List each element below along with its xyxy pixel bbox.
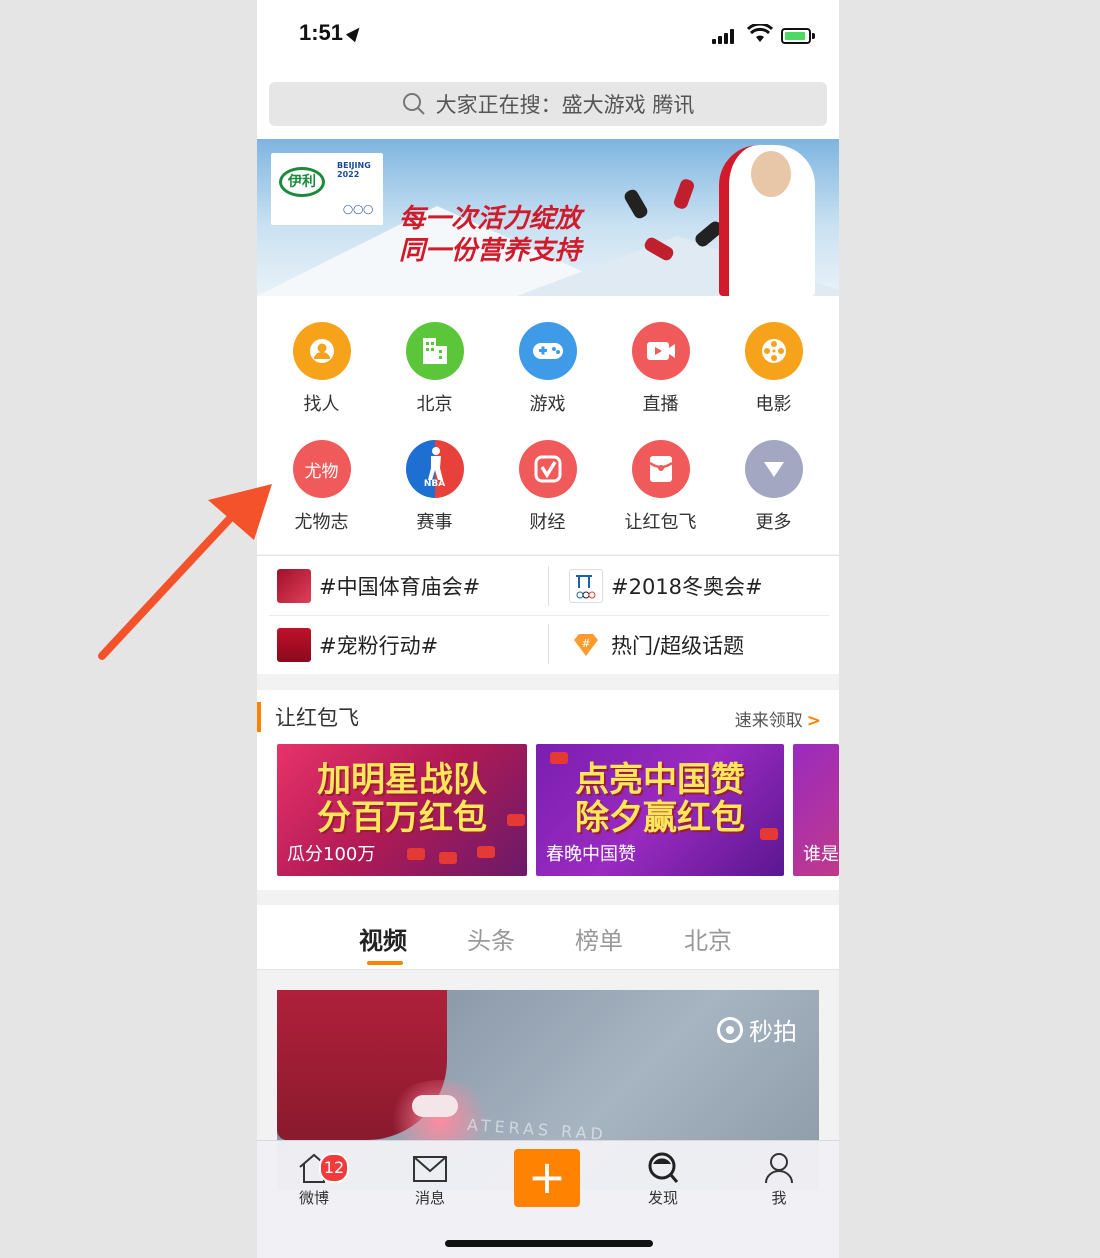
tab-beijing[interactable]: 北京: [684, 921, 732, 956]
skater-figure: [672, 177, 696, 211]
red-packet-card[interactable]: 加明星战队 分百万红包 瓜分100万: [277, 744, 527, 876]
plus-icon: +: [527, 1150, 567, 1204]
nav-weibo[interactable]: 微博 12: [269, 1151, 359, 1208]
grid-item-finance[interactable]: 财经: [491, 440, 604, 534]
unread-badge: 12: [319, 1153, 349, 1183]
red-packet-icon: [631, 440, 690, 498]
discover-search-icon: [648, 1152, 679, 1183]
feed-tabs: 视频 头条 榜单 北京: [257, 905, 839, 970]
nba-logo-icon: NBA: [405, 440, 464, 498]
nav-messages[interactable]: 消息: [385, 1151, 475, 1208]
battery-icon: [781, 28, 815, 44]
topic-item[interactable]: # 热门/超级话题: [569, 616, 744, 674]
grid-label: 赛事: [416, 512, 453, 533]
athlete-face: [751, 151, 791, 197]
grid-item-live[interactable]: 直播: [604, 322, 717, 416]
card-caption: 谁是: [803, 844, 839, 865]
carousel-dot: [757, 279, 764, 286]
grid-item-more[interactable]: 更多: [717, 440, 830, 534]
tab-video[interactable]: 视频: [359, 921, 407, 956]
grid-item-sports[interactable]: NBA 赛事: [378, 440, 491, 534]
grid-item-red-packet[interactable]: 让红包飞: [604, 440, 717, 534]
svg-text:#: #: [581, 637, 590, 650]
home-indicator: [445, 1240, 653, 1247]
topic-item[interactable]: #宠粉行动#: [277, 616, 438, 674]
promo-banner[interactable]: 伊利 BEIJING 2022 ◯◯◯ 每一次活力绽放 同一份营养支持: [257, 139, 839, 296]
grid-item-games[interactable]: 游戏: [491, 322, 604, 416]
grid-label: 电影: [755, 394, 792, 415]
super-topic-icon: #: [574, 634, 598, 656]
chevron-right-icon: >: [806, 711, 821, 731]
red-packet-card[interactable]: 谁是: [793, 744, 839, 876]
youwu-logo-icon: 尤物: [292, 440, 351, 498]
grid-label: 更多: [755, 512, 792, 533]
search-placeholder: 大家正在搜：盛大游戏 腾讯: [435, 93, 695, 117]
film-reel-icon: [744, 322, 803, 380]
section-accent-bar: [257, 702, 261, 732]
sponsor-logo: 伊利 BEIJING 2022 ◯◯◯: [271, 153, 383, 225]
section-more-link[interactable]: 速来领取 >: [735, 706, 821, 731]
olympic-rings-icon: ◯◯◯: [343, 205, 374, 215]
gamepad-icon: [518, 322, 577, 380]
card-caption: 春晚中国赞: [546, 844, 636, 865]
video-camera-icon: [631, 322, 690, 380]
grid-label: 游戏: [529, 394, 566, 415]
miaopai-watermark: 秒拍: [717, 1012, 797, 1047]
search-icon: [402, 93, 425, 115]
finance-check-icon: [518, 440, 577, 498]
hot-topics: #中国体育庙会# #2018冬奥会# #宠粉行动# # 热门/超级话题: [257, 555, 839, 674]
section-title: 让红包飞: [275, 706, 359, 730]
topic-thumbnail: [277, 628, 311, 662]
status-bar: 1:51: [257, 0, 839, 72]
nav-discover[interactable]: 发现: [618, 1151, 708, 1208]
wifi-icon: [747, 24, 773, 42]
status-time: 1:51: [299, 20, 344, 45]
tab-headlines[interactable]: 头条: [467, 921, 515, 956]
compose-plus-button[interactable]: +: [514, 1149, 580, 1207]
banner-slogan: 每一次活力绽放 同一份营养支持: [399, 204, 582, 266]
grid-label: 找人: [303, 394, 340, 415]
topic-thumbnail: [277, 569, 311, 603]
envelope-icon: [413, 1156, 447, 1182]
triangle-down-icon: [744, 440, 803, 498]
topic-item[interactable]: #中国体育庙会#: [277, 557, 480, 615]
grid-label: 北京: [416, 394, 453, 415]
cellular-signal-icon: [712, 28, 738, 44]
nav-me[interactable]: 我: [734, 1151, 824, 1208]
grid-label: 财经: [529, 512, 566, 533]
grid-label: 尤物志: [294, 512, 349, 533]
person-icon: [292, 322, 351, 380]
tab-rankings[interactable]: 榜单: [575, 921, 623, 956]
olympic-logo: BEIJING 2022: [337, 161, 371, 179]
grid-row-1: 找人 北京 游戏 直播 电影: [257, 322, 839, 432]
red-packet-card[interactable]: 点亮中国赞 除夕赢红包 春晚中国赞: [536, 744, 784, 876]
location-arrow-icon: [345, 23, 365, 43]
card-caption: 瓜分100万: [287, 844, 376, 865]
red-packet-section: 让红包飞 速来领取 > 加明星战队 分百万红包 瓜分100万 点亮中国赞 除夕赢红…: [257, 690, 839, 890]
search-input[interactable]: 大家正在搜：盛大游戏 腾讯: [269, 82, 827, 126]
grid-label: 直播: [642, 394, 679, 415]
active-tab-indicator: [367, 961, 403, 965]
grid-item-movies[interactable]: 电影: [717, 322, 830, 416]
grid-item-beijing[interactable]: 北京: [378, 322, 491, 416]
olympic-thumbnail: [569, 569, 603, 603]
camera-icon: [717, 1016, 743, 1043]
profile-icon: [765, 1153, 793, 1184]
grid-row-2: 尤物 尤物志 NBA 赛事 财经 让红包飞 更多: [257, 440, 839, 550]
grid-item-youwuzhi[interactable]: 尤物 尤物志: [265, 440, 378, 534]
grid-item-find-people[interactable]: 找人: [265, 322, 378, 416]
search-bar-container: 大家正在搜：盛大游戏 腾讯: [257, 72, 839, 139]
yili-logo: 伊利: [279, 167, 325, 197]
quick-entry-grid: 找人 北京 游戏 直播 电影 尤物 尤物志 NBA 赛事 财经 让红包飞 更多: [257, 296, 839, 554]
topic-item[interactable]: #2018冬奥会#: [569, 557, 763, 615]
phone-screen: 1:51 大家正在搜：盛大游戏 腾讯 伊利 BEIJING 2022 ◯◯◯ 每…: [257, 0, 839, 1258]
building-icon: [405, 322, 464, 380]
grid-label: 让红包飞: [624, 512, 697, 533]
